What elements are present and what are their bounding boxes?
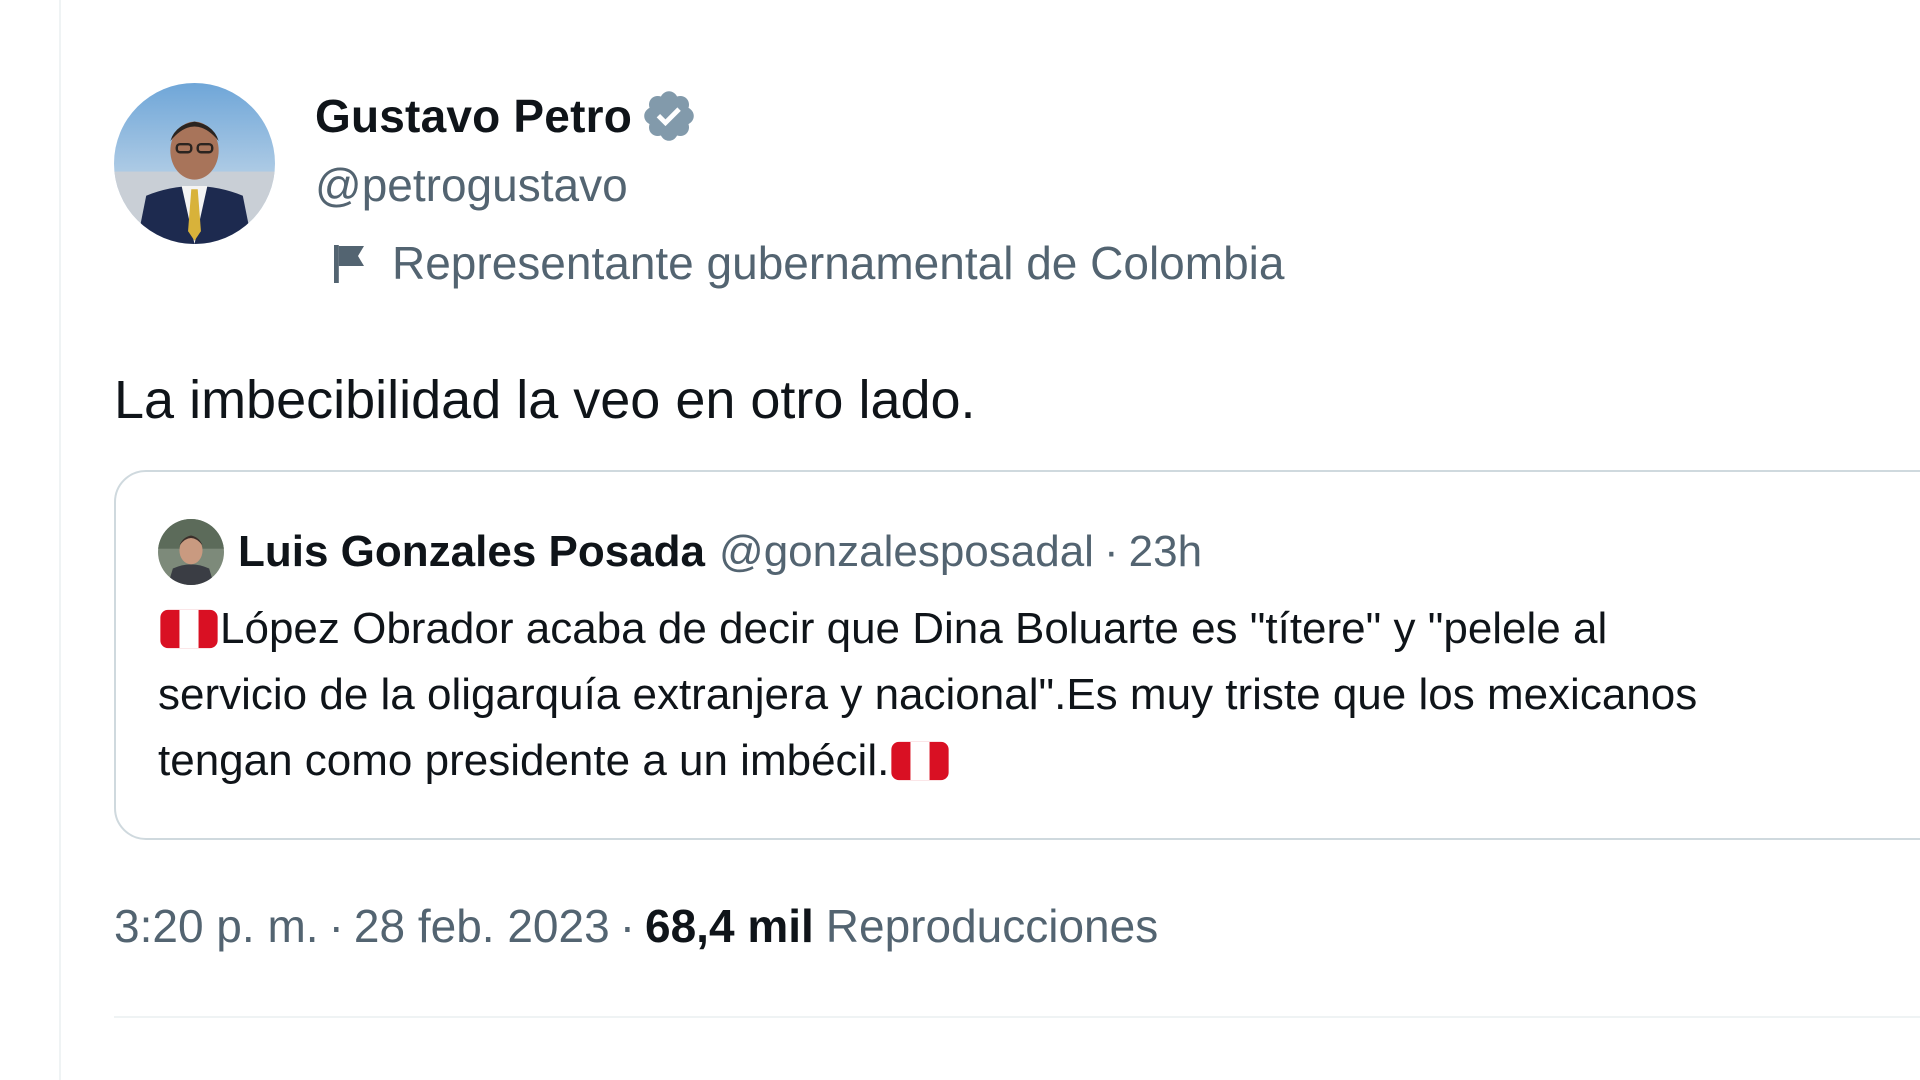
verified-badge-icon[interactable] (640, 87, 698, 145)
tweet-date[interactable]: 28 feb. 2023 (354, 899, 610, 953)
quoted-text-line-3: tengan como presidente a un imbécil. (158, 736, 890, 785)
tweet-meta: 3:20 p. m. · 28 feb. 2023 · 68,4 mil Rep… (114, 894, 1158, 958)
meta-separator: · (619, 900, 636, 952)
quoted-timestamp: 23h (1128, 527, 1203, 576)
meta-separator: · (328, 900, 344, 952)
views-count: 68,4 mil (645, 900, 814, 952)
avatar-image (114, 83, 275, 244)
flag-icon (330, 241, 370, 285)
quoted-author-avatar (158, 519, 224, 585)
column-border (59, 0, 61, 1080)
quoted-author-handle: @gonzalesposadal (719, 527, 1094, 576)
quoted-text-line: tengan como presidente a un imbécil. (158, 728, 1920, 794)
quoted-tweet-text: López Obrador acaba de decir que Dina Bo… (158, 596, 1920, 794)
divider (114, 1016, 1920, 1018)
tweet-detail-page: Gustavo Petro @petrogustavo Representant… (0, 0, 1920, 1080)
author-handle[interactable]: @petrogustavo (315, 158, 628, 212)
peru-flag-emoji (891, 740, 949, 782)
tweet-text: La imbecibilidad la veo en otro lado. (114, 370, 976, 430)
quoted-text-line-2: servicio de la oligarquía extranjera y n… (158, 670, 1698, 719)
views-label: Reproducciones (825, 900, 1159, 952)
author-name-row: Gustavo Petro (315, 86, 698, 146)
quoted-separator: · (1103, 527, 1119, 576)
peru-flag-emoji (160, 608, 218, 650)
quoted-tweet-header: Luis Gonzales Posada @gonzalesposadal · … (158, 518, 1202, 586)
affiliation-label[interactable]: Representante gubernamental de Colombia (330, 236, 1284, 290)
quoted-text-line: servicio de la oligarquía extranjera y n… (158, 662, 1920, 728)
quoted-text-line-1: López Obrador acaba de decir que Dina Bo… (220, 604, 1608, 653)
affiliation-text: Representante gubernamental de Colombia (392, 237, 1285, 289)
author-display-name[interactable]: Gustavo Petro (315, 89, 632, 143)
author-avatar[interactable] (114, 83, 275, 244)
quoted-tweet[interactable]: Luis Gonzales Posada @gonzalesposadal · … (114, 470, 1920, 840)
tweet-time[interactable]: 3:20 p. m. (114, 899, 319, 953)
quoted-text-line: López Obrador acaba de decir que Dina Bo… (158, 596, 1920, 662)
quoted-author-name: Luis Gonzales Posada (238, 527, 706, 576)
